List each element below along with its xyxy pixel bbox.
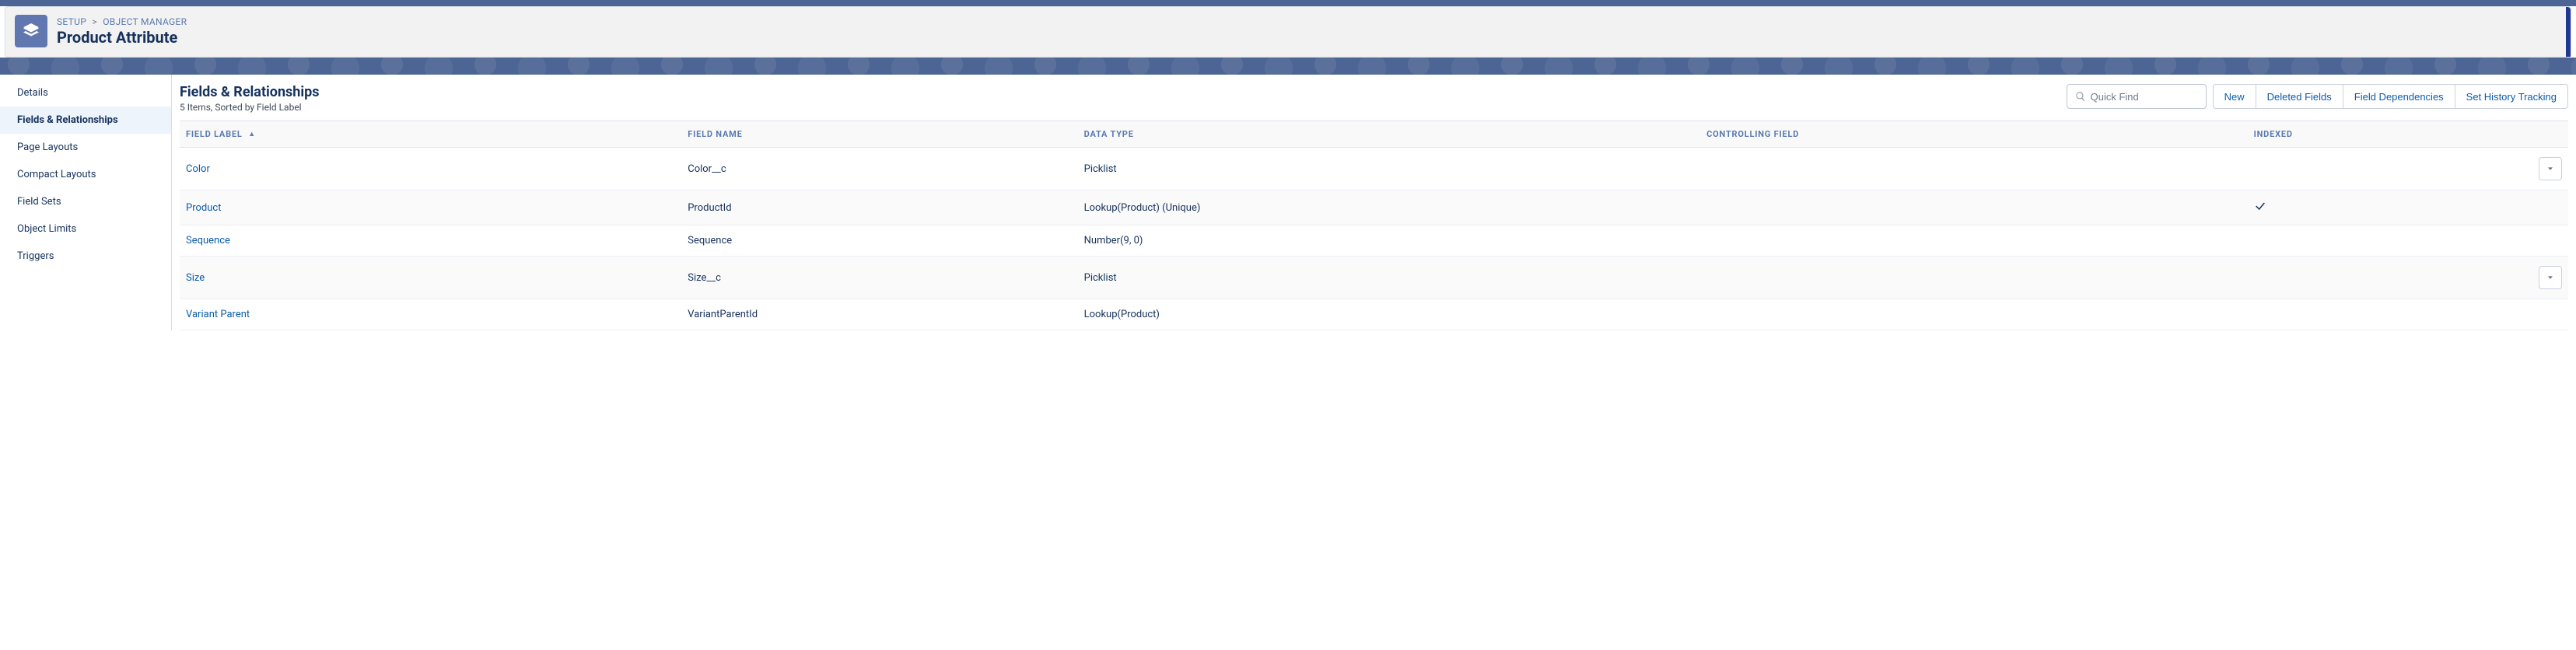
data-type-cell: Lookup(Product) (Unique) bbox=[1078, 190, 1700, 225]
fields-table: FIELD LABEL ▲ FIELD NAME DATA TYPE CONTR… bbox=[180, 121, 2568, 330]
row-actions-cell bbox=[2474, 299, 2568, 330]
sidebar-item-compact-layouts[interactable]: Compact Layouts bbox=[0, 161, 171, 188]
deleted-fields-button[interactable]: Deleted Fields bbox=[2256, 84, 2343, 109]
sidebar: Details Fields & Relationships Page Layo… bbox=[0, 75, 172, 330]
section-subtitle: 5 Items, Sorted by Field Label bbox=[180, 102, 320, 113]
indexed-cell bbox=[2248, 225, 2474, 257]
data-type-cell: Picklist bbox=[1078, 257, 1700, 299]
field-name-cell: VariantParentId bbox=[681, 299, 1077, 330]
sidebar-item-details[interactable]: Details bbox=[0, 79, 171, 107]
sidebar-item-label: Fields & Relationships bbox=[17, 114, 118, 126]
breadcrumb-setup[interactable]: SETUP bbox=[57, 16, 86, 27]
indexed-cell bbox=[2248, 190, 2474, 225]
controlling-field-cell bbox=[1700, 225, 2247, 257]
new-button[interactable]: New bbox=[2213, 84, 2256, 109]
row-actions-cell bbox=[2474, 225, 2568, 257]
indexed-cell bbox=[2248, 299, 2474, 330]
table-row: Size Size__cPicklist bbox=[180, 257, 2568, 299]
sidebar-item-page-layouts[interactable]: Page Layouts bbox=[0, 134, 171, 161]
section-title: Fields & Relationships bbox=[180, 84, 320, 100]
sidebar-item-label: Page Layouts bbox=[17, 142, 78, 153]
object-icon bbox=[15, 15, 47, 47]
table-row: SequenceSequenceNumber(9, 0) bbox=[180, 225, 2568, 257]
check-icon bbox=[2254, 204, 2266, 215]
breadcrumb-object-manager[interactable]: OBJECT MANAGER bbox=[103, 16, 187, 27]
row-actions-cell bbox=[2474, 257, 2568, 299]
row-actions-cell bbox=[2474, 148, 2568, 190]
table-row: Variant Parent VariantParentIdLookup(Prod… bbox=[180, 299, 2568, 330]
sidebar-item-object-limits[interactable]: Object Limits bbox=[0, 215, 171, 243]
sidebar-item-field-sets[interactable]: Field Sets bbox=[0, 188, 171, 215]
row-action-menu[interactable] bbox=[2539, 157, 2562, 180]
sidebar-item-label: Field Sets bbox=[17, 196, 61, 208]
action-buttons: New Deleted Fields Field Dependencies Se… bbox=[2213, 84, 2568, 109]
data-type-cell: Picklist bbox=[1078, 148, 1700, 190]
col-indexed[interactable]: INDEXED bbox=[2248, 121, 2474, 148]
sort-asc-icon: ▲ bbox=[248, 131, 256, 138]
row-action-menu[interactable] bbox=[2539, 266, 2562, 289]
search-icon bbox=[2075, 91, 2086, 102]
field-label-link[interactable]: Size bbox=[186, 272, 205, 284]
indexed-cell bbox=[2248, 148, 2474, 190]
field-name-cell: Size__c bbox=[681, 257, 1077, 299]
table-row: Product ProductIdLookup(Product) (Unique) bbox=[180, 190, 2568, 225]
field-label-link[interactable]: Sequence bbox=[186, 235, 230, 246]
col-actions bbox=[2474, 121, 2568, 148]
search-input[interactable] bbox=[2091, 91, 2198, 103]
sidebar-item-label: Triggers bbox=[17, 250, 54, 262]
layers-icon bbox=[22, 22, 40, 40]
chevron-down-icon bbox=[2546, 274, 2554, 281]
pattern-strip bbox=[0, 58, 2576, 75]
breadcrumb-separator: > bbox=[92, 16, 97, 27]
set-history-tracking-button[interactable]: Set History Tracking bbox=[2455, 84, 2568, 109]
field-label-link[interactable]: Product bbox=[186, 202, 221, 214]
controlling-field-cell bbox=[1700, 190, 2247, 225]
data-type-cell: Number(9, 0) bbox=[1078, 225, 1700, 257]
sidebar-item-label: Compact Layouts bbox=[17, 169, 96, 180]
chevron-down-icon bbox=[2546, 165, 2554, 173]
controlling-field-cell bbox=[1700, 257, 2247, 299]
col-field-label[interactable]: FIELD LABEL ▲ bbox=[180, 121, 681, 148]
field-name-cell: ProductId bbox=[681, 190, 1077, 225]
field-name-cell: Color__c bbox=[681, 148, 1077, 190]
setup-header: SETUP > OBJECT MANAGER Product Attribute bbox=[5, 6, 2571, 58]
controlling-field-cell bbox=[1700, 148, 2247, 190]
field-dependencies-button[interactable]: Field Dependencies bbox=[2343, 84, 2455, 109]
sidebar-item-label: Object Limits bbox=[17, 223, 76, 235]
row-actions-cell bbox=[2474, 190, 2568, 225]
main-content: Fields & Relationships 5 Items, Sorted b… bbox=[172, 75, 2576, 330]
sidebar-item-triggers[interactable]: Triggers bbox=[0, 243, 171, 270]
col-controlling-field[interactable]: CONTROLLING FIELD bbox=[1700, 121, 2247, 148]
quick-find[interactable] bbox=[2067, 84, 2207, 109]
field-name-cell: Sequence bbox=[681, 225, 1077, 257]
col-field-name[interactable]: FIELD NAME bbox=[681, 121, 1077, 148]
sidebar-item-label: Details bbox=[17, 87, 48, 99]
table-row: Color Color__cPicklist bbox=[180, 148, 2568, 190]
window-top-stripe bbox=[0, 0, 2576, 6]
indexed-cell bbox=[2248, 257, 2474, 299]
field-label-link[interactable]: Color bbox=[186, 163, 210, 175]
header-accent bbox=[2566, 7, 2571, 57]
page-title: Product Attribute bbox=[57, 28, 187, 47]
col-data-type[interactable]: DATA TYPE bbox=[1078, 121, 1700, 148]
col-field-label-text: FIELD LABEL bbox=[186, 129, 243, 139]
sidebar-item-fields[interactable]: Fields & Relationships bbox=[0, 107, 171, 134]
controlling-field-cell bbox=[1700, 299, 2247, 330]
data-type-cell: Lookup(Product) bbox=[1078, 299, 1700, 330]
breadcrumb: SETUP > OBJECT MANAGER bbox=[57, 16, 187, 27]
field-label-link[interactable]: Variant Parent bbox=[186, 309, 250, 320]
